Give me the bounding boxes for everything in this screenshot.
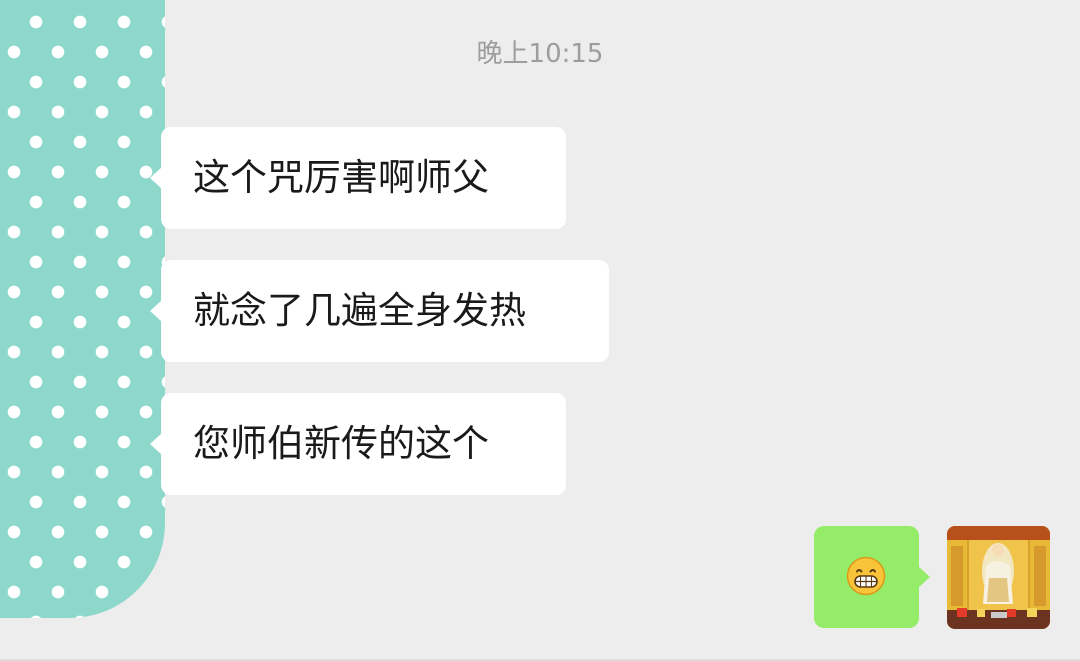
- timestamp-text: 晚上10:15: [476, 39, 604, 69]
- outgoing-message-bubble[interactable]: [814, 526, 930, 628]
- incoming-message-bubble[interactable]: 这个咒厉害啊师父: [150, 127, 566, 229]
- incoming-message-bubble[interactable]: 您师伯新传的这个: [150, 393, 566, 495]
- message-timestamp: 晚上10:15: [0, 33, 1080, 70]
- contact-avatar[interactable]: [0, 0, 165, 618]
- incoming-message-bubble[interactable]: 就念了几遍全身发热: [150, 260, 609, 362]
- user-avatar[interactable]: [947, 526, 1050, 629]
- avatar-image: [947, 526, 1050, 629]
- grinning-face-icon: [846, 556, 886, 596]
- chat-area: 晚上10:15 这个咒厉害啊师父 就念了几遍全身发热 您师伯新传的这个: [0, 0, 1080, 661]
